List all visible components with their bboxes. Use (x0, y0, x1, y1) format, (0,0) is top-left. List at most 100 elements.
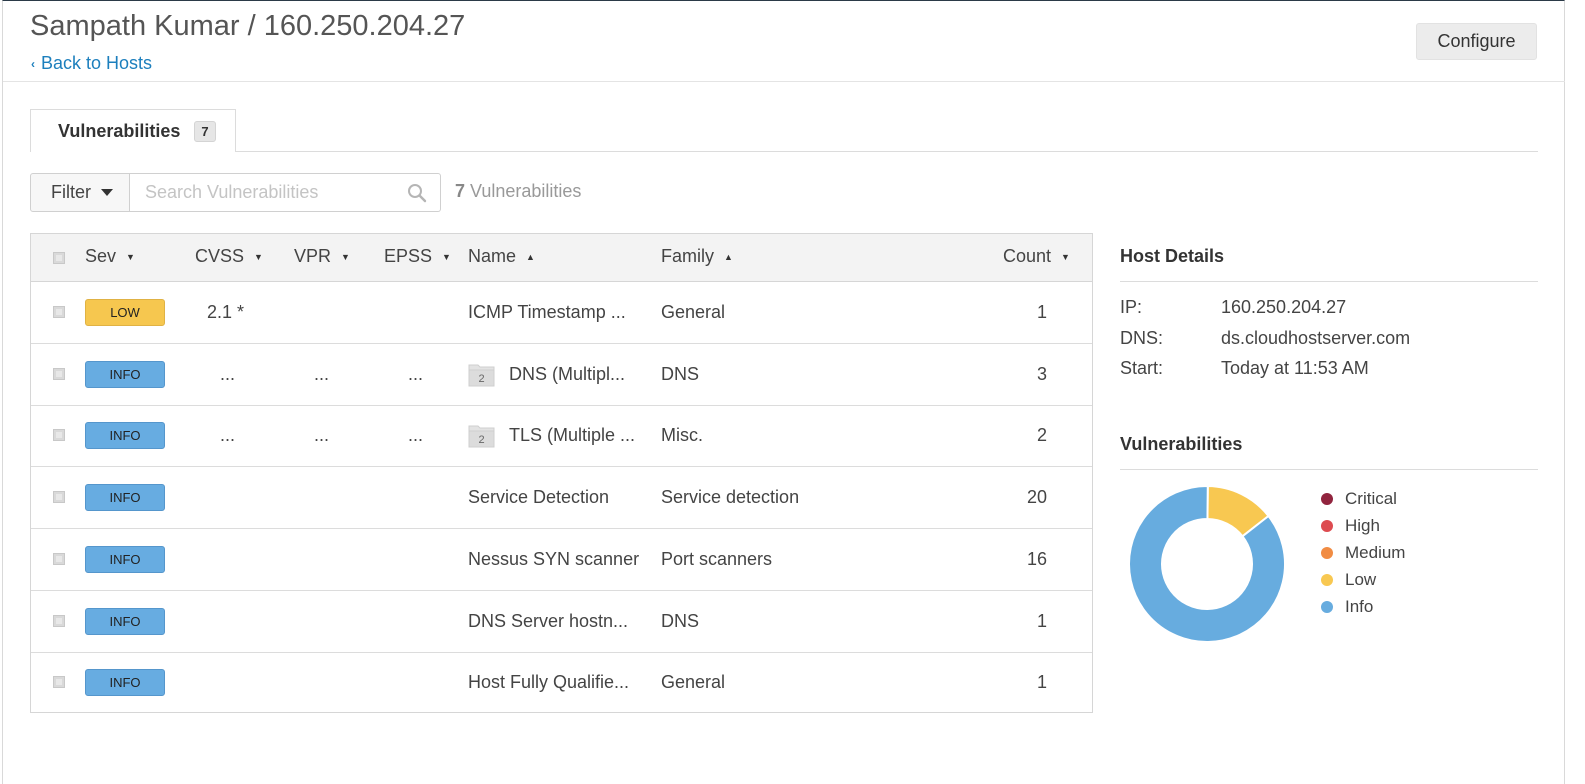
column-vpr[interactable]: VPR ▼ (294, 246, 350, 267)
sort-down-icon: ▼ (442, 251, 451, 262)
search-icon[interactable] (407, 183, 427, 203)
host-details-title: Host Details (1120, 246, 1225, 266)
column-family-label: Family (661, 246, 714, 266)
legend-dot-icon (1321, 573, 1333, 586)
severity-badge: INFO (85, 484, 165, 512)
configure-button[interactable]: Configure (1416, 23, 1537, 60)
column-count-label: Count (1003, 246, 1052, 266)
column-cvss[interactable]: CVSS ▼ (195, 246, 263, 267)
legend-label: Medium (1345, 542, 1406, 562)
severity-badge: INFO (85, 669, 165, 697)
tab-count-badge: 7 (194, 120, 216, 142)
table-row[interactable]: INFO Service Detection Service detection 20 (31, 467, 1092, 530)
name-cell[interactable]: DNS Server hostn... (468, 611, 628, 632)
severity-badge: INFO (85, 607, 165, 635)
row-checkbox[interactable] (53, 614, 65, 627)
legend-item[interactable]: Low (1320, 566, 1405, 593)
host-details-divider (1120, 281, 1538, 282)
epss-cell: ... (408, 425, 424, 446)
sort-down-icon: ▼ (1061, 251, 1070, 262)
table-row[interactable]: INFO DNS Server hostn... DNS 1 (31, 591, 1092, 653)
legend-label: High (1345, 515, 1380, 535)
row-checkbox[interactable] (53, 429, 65, 442)
tab-vulnerabilities[interactable]: Vulnerabilities 7 (30, 109, 236, 152)
column-family[interactable]: Family ▲ (661, 246, 733, 267)
severity-badge: INFO (85, 422, 165, 450)
vpr-cell: ... (314, 425, 330, 446)
table-row[interactable]: LOW 2.1 * ICMP Timestamp ... General 1 (31, 282, 1092, 344)
vulnerability-count-number: 7 (455, 181, 466, 201)
header-divider (3, 81, 1565, 82)
family-cell: Misc. (661, 425, 703, 446)
column-name[interactable]: Name ▲ (468, 246, 535, 267)
back-link-label: Back to Hosts (41, 53, 153, 73)
column-vpr-label: VPR (294, 246, 332, 266)
legend-dot-icon (1321, 546, 1333, 559)
group-count: 2 (478, 434, 484, 446)
search-input[interactable] (143, 181, 402, 204)
family-cell: Port scanners (661, 548, 773, 569)
count-cell: 1 (1036, 302, 1047, 322)
legend-dot-icon (1321, 519, 1333, 532)
tab-label: Vulnerabilities (58, 120, 181, 141)
severity-legend: Critical High Medium Low Info (1320, 485, 1405, 620)
host-dns-value: ds.cloudhostserver.com (1221, 328, 1411, 348)
group-count: 2 (478, 373, 484, 385)
legend-item[interactable]: Medium (1320, 539, 1405, 566)
table-row[interactable]: INFO Nessus SYN scanner Port scanners 16 (31, 529, 1092, 591)
table-row[interactable]: INFO......... 2 TLS (Multiple ... Misc. 2 (31, 405, 1092, 468)
host-dns-label: DNS: (1120, 328, 1164, 348)
column-sev-label: Sev (85, 246, 117, 266)
name-cell[interactable]: Service Detection (468, 487, 609, 508)
caret-down-icon (101, 189, 113, 196)
name-cell[interactable]: DNS (Multipl... (509, 364, 625, 385)
chevron-left-icon: ‹ (31, 56, 35, 71)
table-row[interactable]: INFO Host Fully Qualifie... General 1 (31, 652, 1092, 714)
filter-label: Filter (51, 182, 91, 202)
search-box (129, 173, 441, 212)
row-checkbox[interactable] (53, 552, 65, 565)
column-sev[interactable]: Sev ▼ (85, 246, 135, 267)
host-start-label: Start: (1120, 358, 1164, 378)
row-checkbox[interactable] (53, 306, 65, 318)
sort-down-icon: ▼ (126, 251, 135, 262)
count-cell: 20 (1026, 487, 1047, 508)
column-epss[interactable]: EPSS ▼ (384, 246, 451, 267)
legend-label: Critical (1345, 488, 1397, 508)
row-checkbox[interactable] (53, 491, 65, 504)
column-epss-label: EPSS (384, 246, 433, 266)
epss-cell: ... (408, 363, 424, 384)
vulnerabilities-panel-title: Vulnerabilities (1120, 434, 1243, 454)
name-cell[interactable]: Host Fully Qualifie... (468, 672, 629, 693)
cvss-cell: ... (220, 363, 236, 384)
name-cell[interactable]: ICMP Timestamp ... (468, 302, 626, 323)
filter-dropdown[interactable]: Filter (30, 173, 130, 212)
legend-dot-icon (1321, 492, 1333, 505)
vulnerability-count: 7 Vulnerabilities (455, 181, 581, 202)
row-checkbox[interactable] (53, 367, 65, 380)
cvss-cell: ... (220, 425, 236, 446)
table-row[interactable]: INFO......... 2 DNS (Multipl... DNS 3 (31, 344, 1092, 406)
legend-item[interactable]: High (1320, 512, 1405, 539)
column-count[interactable]: Count ▼ (1003, 246, 1070, 267)
column-name-label: Name (468, 246, 517, 266)
count-cell: 2 (1036, 425, 1047, 446)
table-header: Sev ▼ CVSS ▼ VPR ▼ EPSS ▼ Name ▲ Family … (31, 234, 1092, 282)
legend-item[interactable]: Critical (1320, 485, 1405, 512)
row-checkbox[interactable] (53, 676, 65, 689)
family-cell: General (661, 302, 726, 322)
count-cell: 1 (1036, 610, 1047, 631)
cvss-cell: 2.1 * (207, 302, 245, 322)
column-cvss-label: CVSS (195, 246, 245, 266)
family-cell: Service detection (661, 487, 800, 508)
back-to-hosts-link[interactable]: ‹ Back to Hosts (31, 53, 152, 74)
host-ip-label: IP: (1120, 297, 1143, 317)
page-title: Sampath Kumar / 160.250.204.27 (30, 10, 466, 42)
vulnerabilities-table: Sev ▼ CVSS ▼ VPR ▼ EPSS ▼ Name ▲ Family … (30, 233, 1093, 713)
name-cell[interactable]: Nessus SYN scanner (468, 549, 639, 570)
vpr-cell: ... (314, 363, 330, 384)
select-all-checkbox[interactable] (53, 252, 65, 264)
legend-item[interactable]: Info (1320, 593, 1405, 620)
name-cell[interactable]: TLS (Multiple ... (509, 425, 635, 446)
count-cell: 1 (1036, 672, 1047, 693)
